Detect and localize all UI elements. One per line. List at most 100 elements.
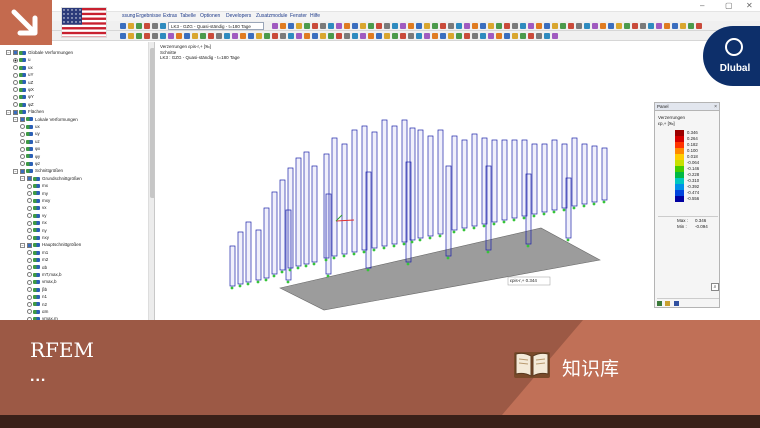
toolbar-icon[interactable]: [680, 23, 686, 29]
toolbar-icon[interactable]: [216, 33, 222, 39]
scrollbar-thumb[interactable]: [150, 48, 154, 198]
minimize-icon[interactable]: –: [700, 0, 704, 12]
toolbar-icon[interactable]: [312, 23, 318, 29]
toolbar-icon[interactable]: [360, 33, 366, 39]
toolbar-icon[interactable]: [136, 23, 142, 29]
toolbar-icon[interactable]: [472, 33, 478, 39]
toolbar-icon[interactable]: [688, 23, 694, 29]
toolbar-icon[interactable]: [408, 33, 414, 39]
toolbar-icon[interactable]: [440, 33, 446, 39]
toolbar-icon[interactable]: [424, 23, 430, 29]
checkbox[interactable]: [13, 109, 18, 115]
radio-button[interactable]: [13, 57, 18, 63]
toolbar-icon[interactable]: [512, 23, 518, 29]
legend-panel[interactable]: Panel × Verzerrungen εp,+ [‰] 0.346 0.264…: [654, 102, 720, 308]
radio-button[interactable]: [13, 65, 18, 71]
radio-button[interactable]: [20, 161, 25, 167]
radio-button[interactable]: [27, 272, 32, 278]
toolbar-icon[interactable]: [160, 33, 166, 39]
zoom-icon[interactable]: ⌕: [711, 283, 719, 291]
toolbar-icon[interactable]: [136, 33, 142, 39]
toolbar-icon[interactable]: [208, 33, 214, 39]
checkbox[interactable]: [27, 242, 32, 248]
toolbar-icon[interactable]: [288, 23, 294, 29]
toolbar-icon[interactable]: [432, 23, 438, 29]
toolbar-icon[interactable]: [464, 23, 470, 29]
toolbar-icon[interactable]: [272, 23, 278, 29]
toolbar-icon[interactable]: [448, 33, 454, 39]
toolbar-icon[interactable]: [544, 33, 550, 39]
toolbar-icon[interactable]: [184, 33, 190, 39]
menu-item[interactable]: Tabelle: [180, 12, 196, 21]
load-case-combo[interactable]: LK3 - GZG - Quasi-ständig - t=180 Tage: [168, 22, 264, 30]
toolbar-icon[interactable]: [432, 33, 438, 39]
toolbar-icon[interactable]: [672, 23, 678, 29]
navigator-scrollbar[interactable]: [148, 42, 154, 320]
expand-icon[interactable]: −: [6, 50, 11, 56]
toolbar-icon[interactable]: [640, 23, 646, 29]
toolbar-icon[interactable]: [336, 33, 342, 39]
menu-item[interactable]: Fenster: [290, 12, 307, 21]
toolbar-icon[interactable]: [664, 23, 670, 29]
toolbar-icon[interactable]: [624, 23, 630, 29]
toolbar-icon[interactable]: [352, 33, 358, 39]
toolbar-icon[interactable]: [272, 33, 278, 39]
expand-icon[interactable]: −: [20, 176, 25, 182]
toolbar-icon[interactable]: [496, 23, 502, 29]
radio-button[interactable]: [27, 250, 32, 256]
radio-button[interactable]: [13, 72, 18, 78]
toolbar-icon[interactable]: [120, 33, 126, 39]
toolbar-icon[interactable]: [512, 33, 518, 39]
toolbar-icon[interactable]: [280, 23, 286, 29]
toolbar-icon[interactable]: [152, 23, 158, 29]
toolbar-icon[interactable]: [576, 23, 582, 29]
toolbar-icon[interactable]: [320, 23, 326, 29]
toolbar-icon[interactable]: [376, 33, 382, 39]
toolbar-icon[interactable]: [280, 33, 286, 39]
expand-icon[interactable]: −: [13, 168, 18, 174]
maximize-icon[interactable]: ▢: [725, 0, 733, 12]
radio-button[interactable]: [27, 183, 32, 189]
toolbar-icon[interactable]: [344, 33, 350, 39]
toolbar-icon[interactable]: [504, 23, 510, 29]
menu-item[interactable]: Zusatzmodule: [256, 12, 287, 21]
toolbar-icon[interactable]: [448, 23, 454, 29]
toolbar-icon[interactable]: [656, 23, 662, 29]
toolbar-icon[interactable]: [400, 23, 406, 29]
toolbar-icon[interactable]: [536, 33, 542, 39]
toolbar-icon[interactable]: [488, 33, 494, 39]
radio-button[interactable]: [27, 198, 32, 204]
close-icon[interactable]: ×: [714, 103, 717, 111]
toolbar-icon[interactable]: [320, 33, 326, 39]
toolbar-icon[interactable]: [480, 33, 486, 39]
toolbar-icon[interactable]: [648, 23, 654, 29]
toolbar-icon[interactable]: [560, 23, 566, 29]
radio-button[interactable]: [27, 235, 32, 241]
radio-button[interactable]: [20, 139, 25, 145]
radio-button[interactable]: [20, 131, 25, 137]
toolbar-icon[interactable]: [600, 23, 606, 29]
expand-icon[interactable]: −: [20, 242, 25, 248]
toolbar-icon[interactable]: [336, 23, 342, 29]
toolbar-icon[interactable]: [384, 33, 390, 39]
toolbar-icon[interactable]: [488, 23, 494, 29]
radio-button[interactable]: [27, 301, 32, 307]
toolbar-icon[interactable]: [416, 23, 422, 29]
toolbar-icon[interactable]: [384, 23, 390, 29]
radio-button[interactable]: [27, 279, 32, 285]
toolbar-icon[interactable]: [168, 33, 174, 39]
toolbar-icon[interactable]: [120, 23, 126, 29]
toolbar-icon[interactable]: [296, 33, 302, 39]
toolbar-icon[interactable]: [352, 23, 358, 29]
toolbar-icon[interactable]: [392, 23, 398, 29]
toolbar-icon[interactable]: [200, 33, 206, 39]
toolbar-icon[interactable]: [248, 33, 254, 39]
toolbar-icon[interactable]: [568, 23, 574, 29]
toolbar-icon[interactable]: [256, 33, 262, 39]
radio-button[interactable]: [27, 190, 32, 196]
toolbar-icon[interactable]: [144, 33, 150, 39]
radio-button[interactable]: [27, 264, 32, 270]
toolbar-icon[interactable]: [464, 33, 470, 39]
knowledge-base-label[interactable]: 知识库: [562, 354, 619, 381]
toolbar-icon[interactable]: [224, 33, 230, 39]
